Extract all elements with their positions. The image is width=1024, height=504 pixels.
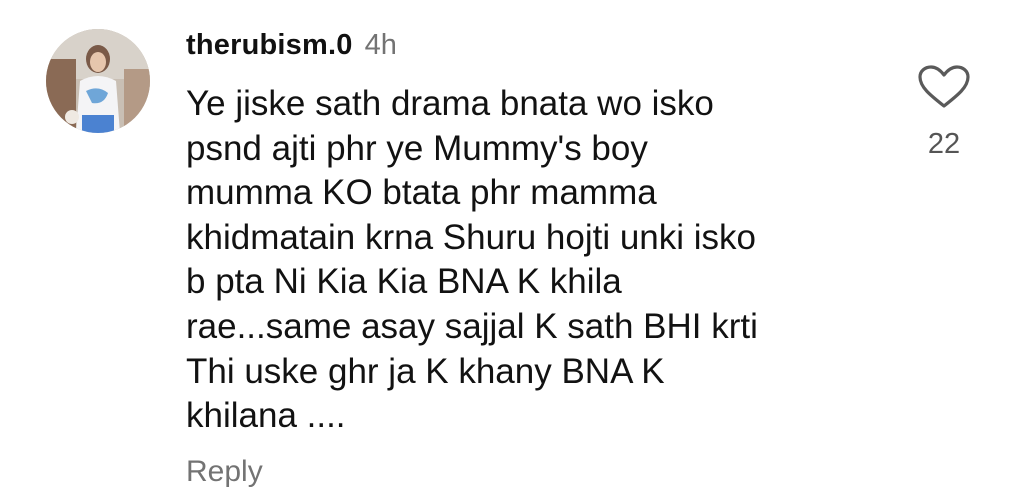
comment-text-line: khilana .... (186, 396, 346, 436)
username[interactable]: therubism.0 (186, 29, 353, 61)
comment-text-line: Thi uske ghr ja K khany BNA K (186, 351, 665, 391)
comment-text-line: Ye jiske sath drama bnata wo isko (186, 84, 714, 123)
avatar[interactable] (46, 29, 150, 133)
comment-text-line: b pta Ni Kia Kia BNA K khila (186, 262, 622, 302)
comment-text: Ye jiske sath drama bnata wo isko psnd a… (186, 82, 866, 439)
comment-text-line: psnd ajti phr ye Mummy's boy (186, 128, 648, 168)
avatar-photo (46, 29, 150, 133)
comment-item: therubism.0 4h Ye jiske sath drama bnata … (0, 0, 1024, 504)
timestamp: 4h (364, 29, 397, 61)
like-count: 22 (927, 128, 961, 160)
comment-text-line: rae...same asay sajjal K sath BHI krti (186, 306, 758, 346)
comment-header: therubism.0 4h (186, 27, 397, 68)
reply-button[interactable]: Reply (186, 452, 263, 492)
comment-text-line: mumma KO btata phr mamma (186, 173, 657, 213)
heart-outline-icon[interactable] (916, 64, 972, 110)
comment-text-line: khidmatain krna Shuru hojti unki isko (186, 217, 757, 257)
